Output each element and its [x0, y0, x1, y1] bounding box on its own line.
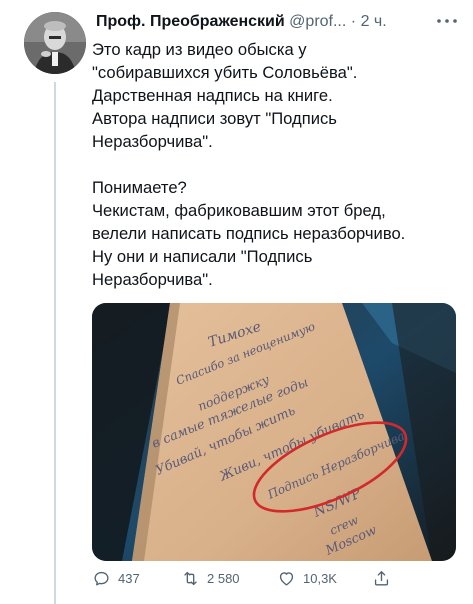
tweet-text: Это кадр из видео обыска у "собиравшихся…	[92, 38, 464, 291]
tweet-photo[interactable]: Тимохе Спасибо за неоценимую поддержку в…	[92, 303, 456, 561]
text-line: Дарственная надпись на книге.	[92, 86, 333, 105]
heart-icon	[279, 571, 294, 586]
text-line: Чекистам, фабриковавшим этот бред,	[92, 201, 386, 220]
reply-button[interactable]: 437	[92, 566, 140, 590]
tweet-actions: 437 2 580 10,3K	[92, 566, 464, 590]
avatar[interactable]	[24, 12, 86, 74]
text-line: Неразборчива".	[92, 270, 213, 289]
thread-line	[54, 82, 56, 604]
retweet-count: 2 580	[207, 570, 240, 586]
text-line: Это кадр из видео обыска у	[92, 40, 307, 59]
retweet-button[interactable]: 2 580	[181, 566, 240, 590]
tweet-time[interactable]: 2 ч.	[361, 13, 387, 30]
share-icon	[374, 570, 389, 586]
like-count: 10,3K	[303, 570, 337, 586]
author-handle[interactable]: @prof...	[289, 13, 346, 30]
tweet-header: Проф. Преображенский @prof... · 2 ч.	[96, 13, 466, 35]
like-button[interactable]: 10,3K	[277, 566, 337, 590]
reply-count: 437	[118, 570, 140, 586]
author-name[interactable]: Проф. Преображенский	[96, 13, 285, 30]
reply-icon	[94, 571, 109, 586]
text-line: Неразборчива".	[92, 132, 213, 151]
avatar-image	[24, 12, 86, 74]
share-button[interactable]	[372, 566, 398, 590]
more-icon[interactable]	[436, 13, 460, 29]
text-line: Понимаете?	[92, 178, 187, 197]
text-line: Ну они и написали "Подпись	[92, 247, 313, 266]
text-line: велели написать подпись неразборчиво.	[92, 224, 406, 243]
text-line: "собиравшихся убить Соловьёва".	[92, 63, 358, 82]
retweet-icon	[184, 571, 197, 585]
separator-dot: ·	[350, 13, 357, 30]
text-line: Автора надписи зовут "Подпись	[92, 109, 337, 128]
